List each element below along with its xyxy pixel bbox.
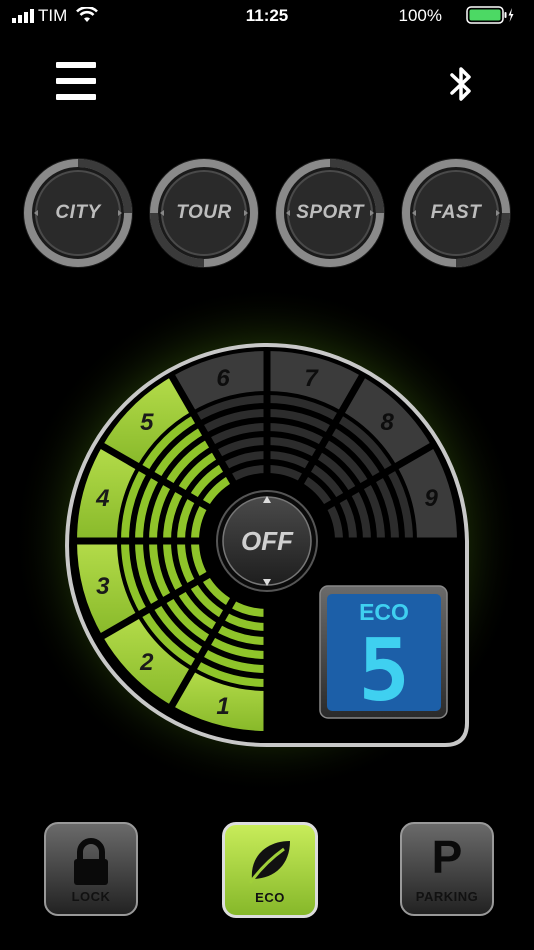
off-label: OFF [241, 526, 294, 556]
eco-level-display: ECO 5 [319, 585, 448, 721]
dial-level-label[interactable]: 2 [139, 649, 154, 676]
off-button[interactable]: OFF [216, 490, 318, 592]
battery-percent: 100% [398, 6, 442, 25]
lock-button[interactable]: LOCK [44, 822, 138, 916]
mode-label: CITY [55, 202, 101, 223]
dial-level-label[interactable]: 5 [140, 409, 154, 436]
leaf-icon [248, 841, 290, 884]
mode-button-fast[interactable]: FAST [398, 155, 514, 271]
power-dial: 1 2 3 4 5 6 7 8 9 OFF ECO 5 [12, 290, 522, 790]
mode-selector: CITY TOUR SPORT FAST [0, 155, 534, 275]
eco-label: ECO [255, 890, 285, 905]
dial-level-label[interactable]: 7 [304, 365, 319, 392]
dial-level-label[interactable]: 1 [216, 693, 229, 720]
mode-button-tour[interactable]: TOUR [146, 155, 262, 271]
mode-label: FAST [430, 202, 482, 223]
mode-label: TOUR [176, 202, 232, 223]
parking-button[interactable]: P PARKING [400, 822, 494, 916]
lock-label: LOCK [71, 889, 111, 904]
charging-icon [508, 8, 514, 22]
eco-button[interactable]: ECO [222, 822, 318, 918]
battery-icon [466, 6, 514, 24]
dial-level-label[interactable]: 4 [95, 485, 109, 512]
dial-level-label[interactable]: 8 [381, 409, 395, 436]
lock-icon [74, 838, 108, 885]
mode-label: SPORT [296, 202, 364, 223]
hamburger-menu-icon[interactable] [56, 62, 96, 108]
bluetooth-icon[interactable] [446, 62, 476, 108]
parking-p-icon: P [431, 831, 463, 883]
dial-level-label[interactable]: 9 [425, 485, 439, 512]
eco-display-value: 5 [358, 621, 410, 721]
status-bar: TIM 11:25 100% [0, 0, 534, 30]
mode-button-sport[interactable]: SPORT [272, 155, 388, 271]
mode-button-city[interactable]: CITY [20, 155, 136, 271]
dial-level-label[interactable]: 3 [96, 573, 110, 600]
clock: 11:25 [245, 6, 289, 25]
parking-label: PARKING [415, 889, 479, 904]
dial-level-label[interactable]: 6 [216, 365, 230, 392]
